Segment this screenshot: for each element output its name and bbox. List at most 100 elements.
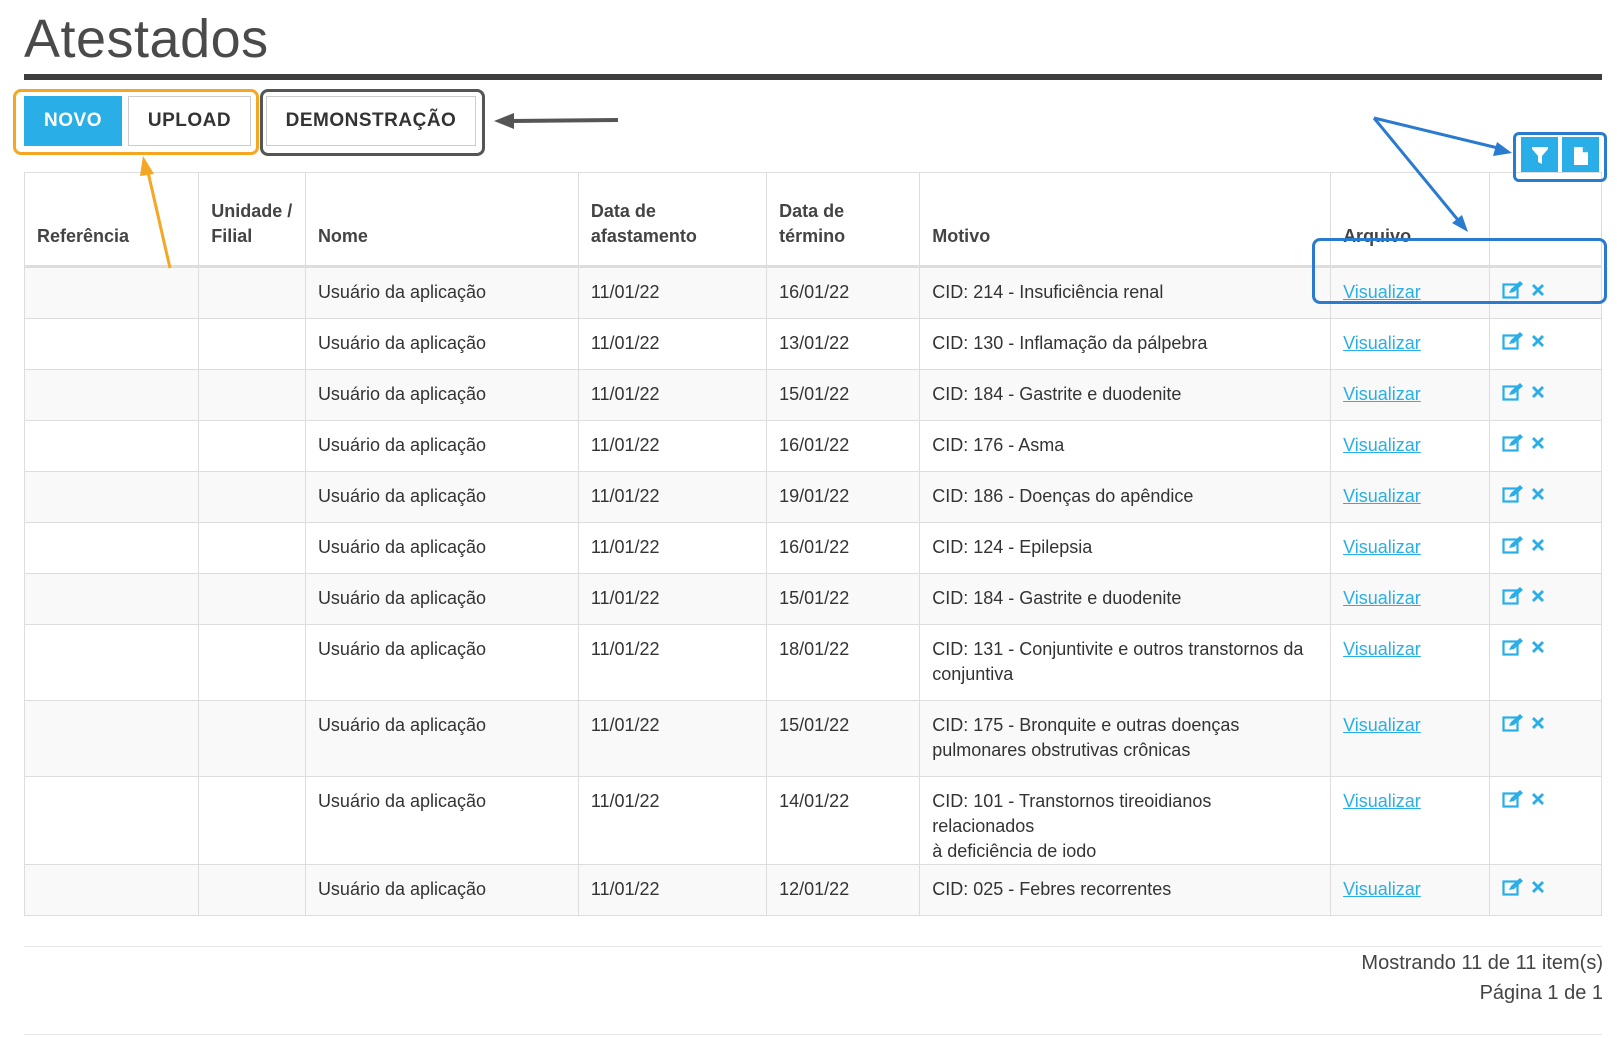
edit-icon[interactable] bbox=[1502, 382, 1524, 402]
motivo-line: à deficiência de iodo bbox=[932, 841, 1097, 861]
cell-afastamento: 11/01/22 bbox=[577, 420, 768, 472]
cell-unidade bbox=[198, 266, 306, 319]
motivo-line: CID: 176 - Asma bbox=[932, 435, 1065, 455]
header-afastamento-line1: Data de bbox=[590, 201, 656, 221]
table-row: Usuário da aplicação 11/01/22 13/01/22 CID:… bbox=[23, 318, 1602, 370]
visualizar-link[interactable]: Visualizar bbox=[1343, 879, 1421, 899]
visualizar-link[interactable]: Visualizar bbox=[1343, 282, 1421, 302]
cell-actions bbox=[1489, 266, 1602, 319]
export-document-button[interactable] bbox=[1562, 137, 1599, 174]
edit-icon[interactable] bbox=[1502, 789, 1524, 809]
cell-arquivo: Visualizar bbox=[1330, 420, 1491, 472]
visualizar-link[interactable]: Visualizar bbox=[1343, 588, 1421, 608]
edit-icon[interactable] bbox=[1502, 535, 1524, 555]
motivo-line: CID: 025 - Febres recorrentes bbox=[932, 879, 1172, 899]
cell-actions bbox=[1489, 471, 1602, 523]
delete-icon[interactable] bbox=[1530, 384, 1546, 400]
motivo-line: conjuntiva bbox=[932, 664, 1014, 684]
edit-icon[interactable] bbox=[1502, 484, 1524, 504]
edit-icon[interactable] bbox=[1502, 713, 1524, 733]
table-row: Usuário da aplicação 11/01/22 15/01/22 CID:… bbox=[23, 573, 1602, 625]
edit-icon[interactable] bbox=[1502, 433, 1524, 453]
visualizar-link[interactable]: Visualizar bbox=[1343, 537, 1421, 557]
visualizar-link[interactable]: Visualizar bbox=[1343, 486, 1421, 506]
delete-icon[interactable] bbox=[1530, 791, 1546, 807]
cell-unidade bbox=[198, 420, 306, 472]
visualizar-link[interactable]: Visualizar bbox=[1343, 333, 1421, 353]
cell-motivo: CID: 131 - Conjuntivite e outros transto… bbox=[919, 624, 1332, 701]
delete-icon[interactable] bbox=[1530, 588, 1546, 604]
delete-icon[interactable] bbox=[1530, 435, 1546, 451]
document-icon bbox=[1573, 146, 1588, 165]
cell-termino: 15/01/22 bbox=[766, 573, 921, 625]
delete-icon[interactable] bbox=[1530, 879, 1546, 895]
table-header-row: Referência Unidade / Filial Nome Data de a… bbox=[23, 172, 1602, 268]
visualizar-link[interactable]: Visualizar bbox=[1343, 639, 1421, 659]
footer-divider-bottom bbox=[24, 1034, 1602, 1035]
visualizar-link[interactable]: Visualizar bbox=[1343, 384, 1421, 404]
cell-referencia bbox=[23, 624, 200, 701]
motivo-line: CID: 184 - Gastrite e duodenite bbox=[932, 384, 1182, 404]
header-unidade[interactable]: Unidade / Filial bbox=[198, 172, 306, 268]
cell-nome: Usuário da aplicação bbox=[304, 522, 579, 574]
novo-button[interactable]: NOVO bbox=[24, 96, 122, 146]
upload-button[interactable]: UPLOAD bbox=[128, 96, 251, 146]
delete-icon[interactable] bbox=[1530, 282, 1546, 298]
cell-termino: 16/01/22 bbox=[766, 420, 921, 472]
edit-icon[interactable] bbox=[1502, 280, 1524, 300]
cell-arquivo: Visualizar bbox=[1330, 522, 1491, 574]
edit-icon[interactable] bbox=[1502, 637, 1524, 657]
cell-afastamento: 11/01/22 bbox=[577, 864, 768, 916]
header-afastamento-line2: afastamento bbox=[590, 226, 697, 246]
cell-afastamento: 11/01/22 bbox=[577, 700, 768, 777]
motivo-line: pulmonares obstrutivas crônicas bbox=[932, 740, 1191, 760]
header-nome[interactable]: Nome bbox=[304, 172, 579, 268]
cell-unidade bbox=[198, 318, 306, 370]
cell-referencia bbox=[23, 700, 200, 777]
demonstracao-button[interactable]: DEMONSTRAÇÃO bbox=[266, 96, 476, 146]
cell-actions bbox=[1489, 522, 1602, 574]
items-count: Mostrando 11 de 11 item(s) bbox=[1361, 952, 1603, 974]
cell-nome: Usuário da aplicação bbox=[304, 266, 579, 319]
cell-referencia bbox=[23, 522, 200, 574]
delete-icon[interactable] bbox=[1530, 715, 1546, 731]
table-row: Usuário da aplicação 11/01/22 15/01/22 CID:… bbox=[23, 700, 1602, 777]
delete-icon[interactable] bbox=[1530, 639, 1546, 655]
cell-motivo: CID: 184 - Gastrite e duodenite bbox=[919, 573, 1332, 625]
table-row: Usuário da aplicação 11/01/22 16/01/22 CID:… bbox=[23, 266, 1602, 319]
cell-nome: Usuário da aplicação bbox=[304, 776, 579, 865]
cell-arquivo: Visualizar bbox=[1330, 266, 1491, 319]
header-motivo[interactable]: Motivo bbox=[919, 172, 1332, 268]
cell-afastamento: 11/01/22 bbox=[577, 624, 768, 701]
filter-button[interactable] bbox=[1521, 137, 1558, 174]
cell-unidade bbox=[198, 573, 306, 625]
cell-termino: 14/01/22 bbox=[766, 776, 921, 865]
cell-referencia bbox=[23, 369, 200, 421]
gray-arrow bbox=[494, 113, 619, 129]
cell-nome: Usuário da aplicação bbox=[304, 471, 579, 523]
edit-icon[interactable] bbox=[1502, 331, 1524, 351]
header-termino[interactable]: Data de término bbox=[766, 172, 921, 268]
header-arquivo[interactable]: Arquivo bbox=[1330, 172, 1491, 268]
cell-arquivo: Visualizar bbox=[1330, 573, 1491, 625]
cell-actions bbox=[1489, 318, 1602, 370]
cell-unidade bbox=[198, 700, 306, 777]
edit-icon[interactable] bbox=[1502, 877, 1524, 897]
visualizar-link[interactable]: Visualizar bbox=[1343, 715, 1421, 735]
edit-icon[interactable] bbox=[1502, 586, 1524, 606]
motivo-line: CID: 124 - Epilepsia bbox=[932, 537, 1093, 557]
footer-divider-top bbox=[24, 946, 1602, 947]
header-actions bbox=[1489, 172, 1602, 268]
cell-referencia bbox=[23, 420, 200, 472]
delete-icon[interactable] bbox=[1530, 486, 1546, 502]
table-row: Usuário da aplicação 11/01/22 12/01/22 CID:… bbox=[23, 864, 1602, 916]
header-referencia[interactable]: Referência bbox=[23, 172, 200, 268]
filter-icon bbox=[1531, 146, 1548, 164]
visualizar-link[interactable]: Visualizar bbox=[1343, 435, 1421, 455]
visualizar-link[interactable]: Visualizar bbox=[1343, 791, 1421, 811]
table-row: Usuário da aplicação 11/01/22 16/01/22 CID:… bbox=[23, 522, 1602, 574]
motivo-line: CID: 186 - Doenças do apêndice bbox=[932, 486, 1194, 506]
delete-icon[interactable] bbox=[1530, 333, 1546, 349]
delete-icon[interactable] bbox=[1530, 537, 1546, 553]
header-afastamento[interactable]: Data de afastamento bbox=[577, 172, 768, 268]
